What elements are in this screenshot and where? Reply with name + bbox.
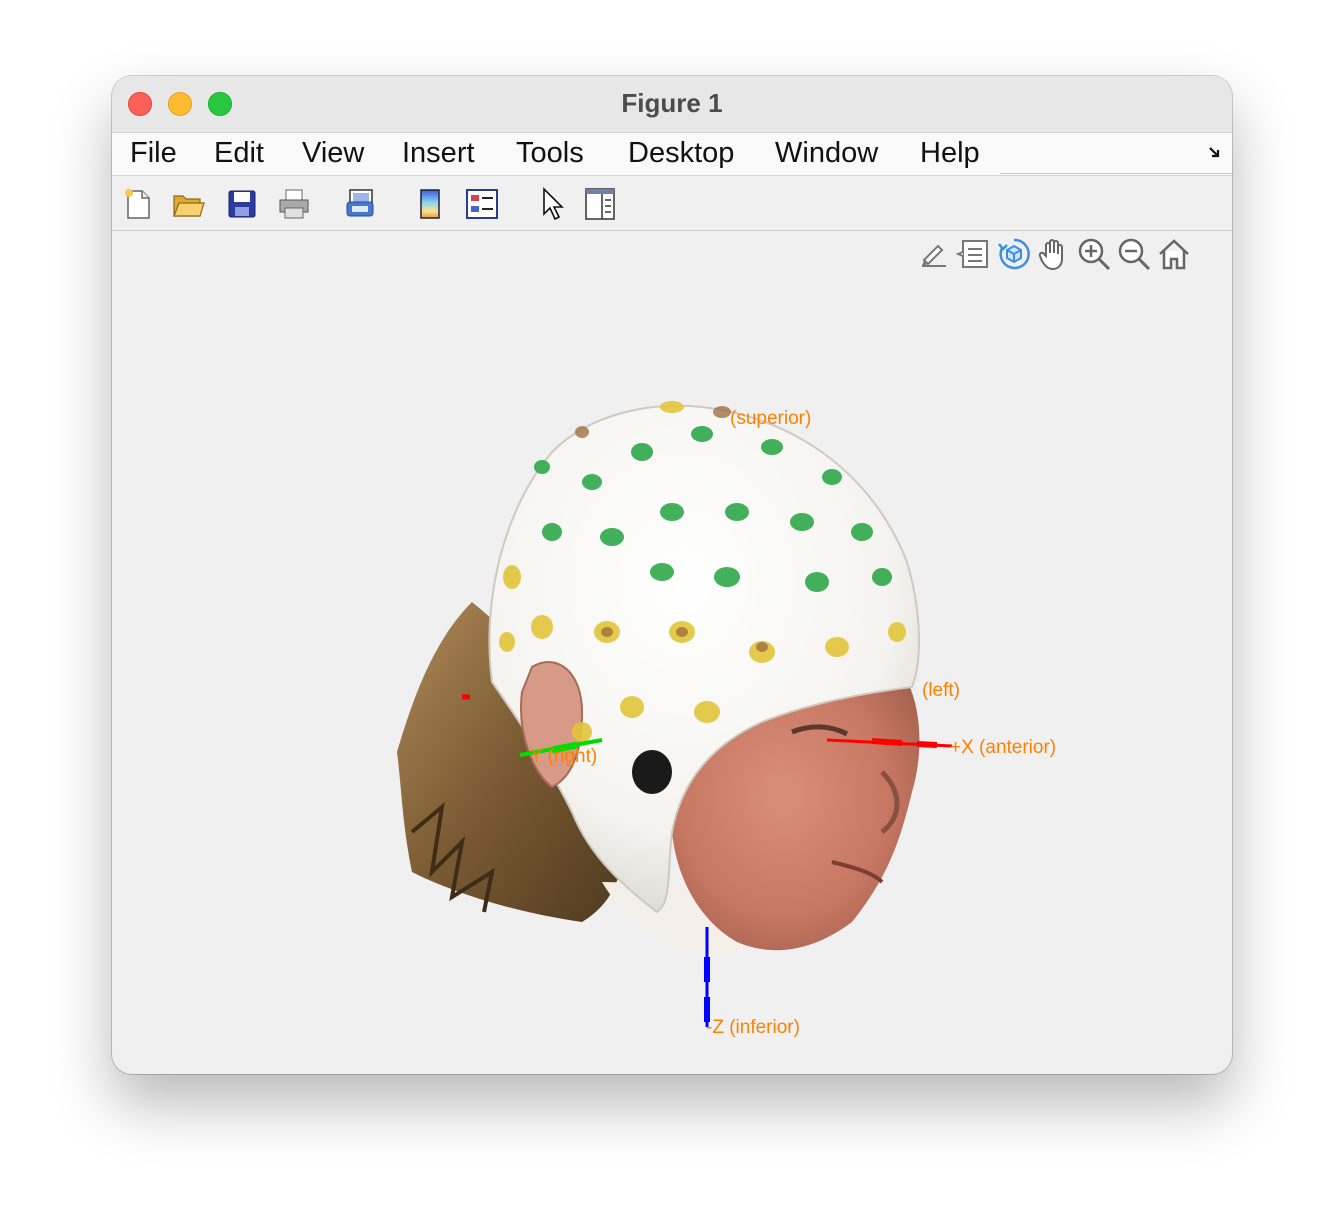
window-title: Figure 1 [621, 88, 723, 118]
axis-label-inferior: -Z (inferior) [706, 1017, 800, 1038]
print-icon[interactable] [276, 186, 312, 222]
link-plot-icon[interactable] [344, 186, 380, 222]
zoom-out-icon[interactable] [1116, 236, 1152, 272]
head-surface-plot[interactable] [112, 232, 1232, 1074]
new-figure-icon[interactable] [120, 186, 156, 222]
menu-view[interactable]: View [302, 137, 364, 170]
axis-label-left: (left) [922, 680, 960, 701]
open-folder-icon[interactable] [170, 186, 206, 222]
menu-file[interactable]: File [130, 137, 177, 170]
menu-window[interactable]: Window [775, 137, 878, 170]
axis-label-superior: (superior) [730, 408, 812, 429]
brush-icon[interactable] [916, 236, 952, 272]
save-icon[interactable] [224, 186, 260, 222]
menu-help[interactable]: Help [920, 137, 980, 170]
axes-area[interactable]: (superior) (left) +X (anterior) Y (right… [112, 232, 1232, 1074]
edit-pointer-icon[interactable] [534, 186, 570, 222]
data-tips-icon[interactable] [956, 236, 992, 272]
menu-desktop[interactable]: Desktop [628, 137, 734, 170]
axis-label-right: Y (right) [530, 746, 598, 767]
zoom-in-icon[interactable] [1076, 236, 1112, 272]
insert-colorbar-icon[interactable] [412, 186, 448, 222]
figure-toolbar [112, 176, 1232, 231]
pan-hand-icon[interactable] [1036, 236, 1072, 272]
title-bar[interactable]: Figure 1 [112, 76, 1232, 133]
menu-divider [1000, 173, 1232, 174]
menu-edit[interactable]: Edit [214, 137, 264, 170]
menu-bar: File Edit View Insert Tools Desktop Wind… [112, 133, 1232, 176]
restore-view-home-icon[interactable] [1156, 236, 1192, 272]
property-inspector-icon[interactable] [582, 186, 618, 222]
menu-tools[interactable]: Tools [516, 137, 584, 170]
rotate-3d-icon[interactable] [996, 236, 1032, 272]
ground-electrode [632, 750, 672, 794]
figure-window: Figure 1 File Edit View Insert Tools Des… [112, 76, 1232, 1074]
dock-figure-icon[interactable] [1208, 145, 1224, 161]
insert-legend-icon[interactable] [464, 186, 500, 222]
menu-insert[interactable]: Insert [402, 137, 475, 170]
axis-label-anterior: +X (anterior) [950, 737, 1057, 758]
